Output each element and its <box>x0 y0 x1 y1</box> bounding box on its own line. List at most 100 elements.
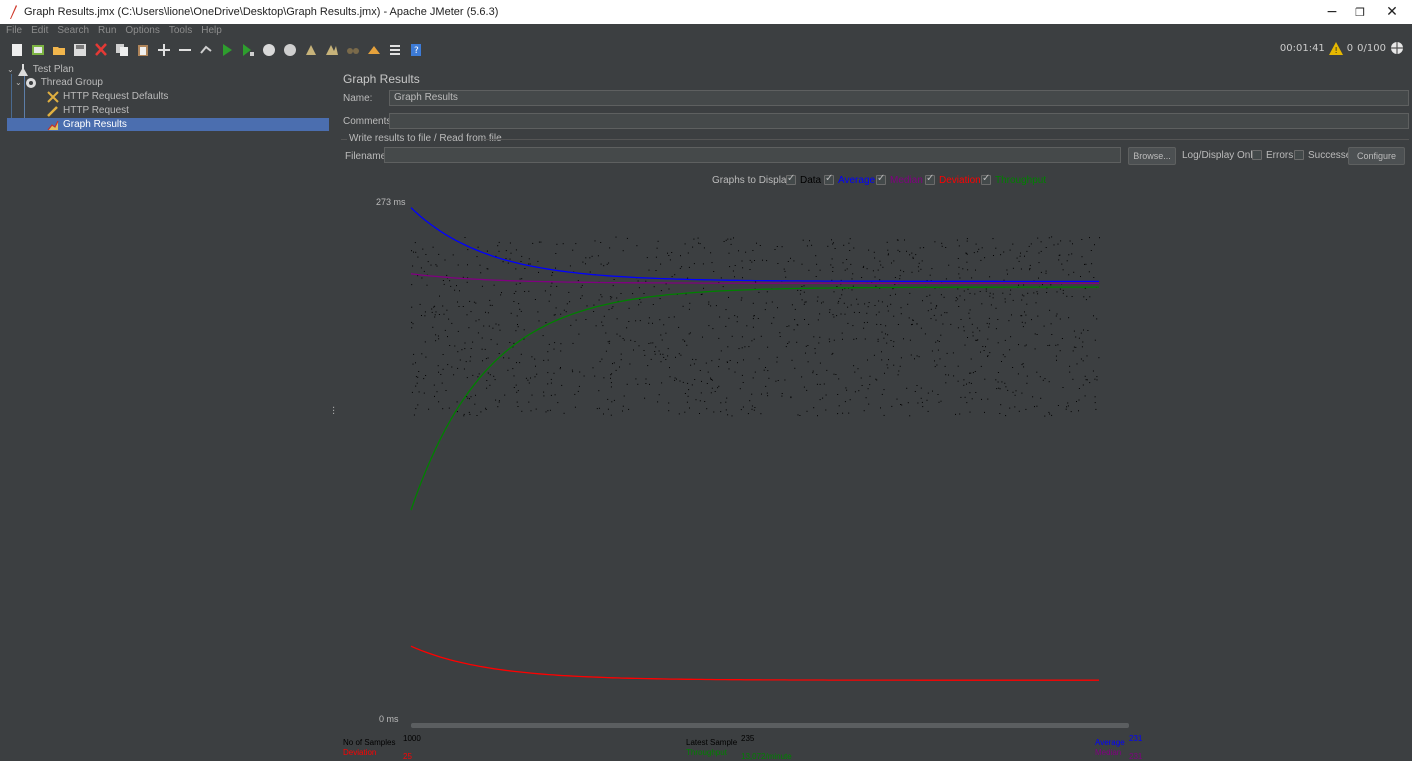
data-point <box>745 251 747 253</box>
data-point <box>469 360 471 362</box>
data-point <box>550 285 552 287</box>
data-point <box>592 367 594 369</box>
data-point <box>1045 272 1047 274</box>
data-point <box>779 336 781 337</box>
reset-search-icon[interactable] <box>367 43 381 57</box>
stop-icon[interactable] <box>262 43 276 57</box>
help-icon[interactable]: ? <box>409 43 423 57</box>
paste-icon[interactable] <box>136 43 150 57</box>
data-point <box>660 334 662 336</box>
data-point <box>821 302 822 304</box>
data-point <box>803 285 805 287</box>
data-point <box>694 379 696 380</box>
data-point <box>661 382 663 384</box>
tree-item-thread-group[interactable]: ⌄ Thread Group <box>15 76 103 89</box>
data-point <box>967 288 969 290</box>
data-point <box>476 415 478 416</box>
data-point <box>492 327 494 329</box>
remote-globe-icon[interactable] <box>1390 41 1404 55</box>
data-point <box>1084 375 1086 377</box>
data-point <box>720 402 722 404</box>
data-point <box>563 309 565 311</box>
data-point <box>835 374 837 375</box>
data-point <box>958 306 960 307</box>
data-point <box>927 410 929 412</box>
data-point <box>1039 376 1041 378</box>
close-button[interactable]: ✕ <box>1372 0 1412 24</box>
data-point <box>478 373 480 375</box>
data-point <box>1014 394 1016 396</box>
data-point <box>856 298 858 300</box>
tree-item-http-request[interactable]: HTTP Request <box>47 104 129 117</box>
menu-edit[interactable]: Edit <box>31 25 48 36</box>
data-point <box>481 348 483 350</box>
data-point <box>1002 292 1004 294</box>
data-point <box>768 377 770 379</box>
data-point <box>997 342 999 344</box>
collapse-all-icon[interactable] <box>178 43 192 57</box>
data-point <box>976 339 978 341</box>
data-point <box>628 321 630 322</box>
data-point <box>415 408 417 410</box>
data-point <box>520 261 522 262</box>
shutdown-icon[interactable] <box>283 43 297 57</box>
data-point <box>885 325 887 327</box>
menu-options[interactable]: Options <box>125 25 159 36</box>
data-point <box>438 371 439 373</box>
data-point <box>710 378 712 380</box>
open-icon[interactable] <box>52 43 66 57</box>
data-point <box>509 258 511 260</box>
data-point <box>644 354 646 356</box>
data-point <box>1011 314 1012 316</box>
data-point <box>435 340 437 342</box>
expand-all-icon[interactable] <box>157 43 171 57</box>
data-point <box>436 391 438 393</box>
data-point <box>439 295 440 297</box>
search-icon[interactable] <box>346 43 360 57</box>
tree-item-http-request-defaults[interactable]: HTTP Request Defaults <box>47 90 168 103</box>
data-point <box>464 342 466 344</box>
gear-icon <box>25 77 36 88</box>
data-point <box>1056 359 1057 361</box>
data-point <box>456 401 458 403</box>
data-point <box>846 389 848 391</box>
tree-item-test-plan[interactable]: ⌄ Test Plan <box>7 63 74 76</box>
data-point <box>463 415 465 417</box>
data-point <box>1001 361 1002 362</box>
data-point <box>1025 408 1027 410</box>
menu-run[interactable]: Run <box>98 25 116 36</box>
data-point <box>569 301 571 303</box>
data-point <box>464 348 466 350</box>
data-point <box>1040 241 1042 243</box>
warning-icon[interactable]: ! <box>1328 41 1343 55</box>
start-no-pauses-icon[interactable] <box>241 43 255 57</box>
copy-icon[interactable] <box>115 43 129 57</box>
menu-search[interactable]: Search <box>57 25 89 36</box>
data-point <box>549 409 551 411</box>
clear-all-icon[interactable] <box>325 43 339 57</box>
data-point <box>1082 360 1084 362</box>
menu-tools[interactable]: Tools <box>169 25 192 36</box>
data-point <box>881 301 883 303</box>
clear-icon[interactable] <box>304 43 318 57</box>
toggle-icon[interactable] <box>199 43 213 57</box>
graph-scrollbar[interactable] <box>411 723 1129 728</box>
menu-file[interactable]: File <box>6 25 22 36</box>
cut-icon[interactable] <box>94 42 108 57</box>
data-point <box>883 337 885 339</box>
start-icon[interactable] <box>220 43 234 57</box>
templates-icon[interactable] <box>31 43 45 57</box>
data-point <box>892 288 894 290</box>
function-helper-icon[interactable] <box>388 43 402 57</box>
data-point <box>906 250 907 252</box>
data-point <box>638 345 640 347</box>
tree-item-graph-results[interactable]: Graph Results <box>7 118 329 131</box>
menu-help[interactable]: Help <box>201 25 222 36</box>
data-point <box>911 271 913 273</box>
data-point <box>927 392 929 394</box>
save-icon[interactable] <box>73 43 87 57</box>
data-point <box>606 263 608 265</box>
new-icon[interactable] <box>10 43 24 57</box>
data-point <box>609 340 611 342</box>
data-point <box>545 411 547 413</box>
